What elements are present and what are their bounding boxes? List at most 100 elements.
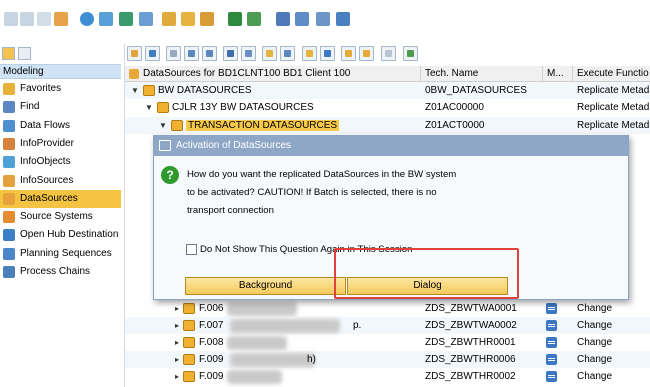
expand-arrow-icon[interactable]: ▼ <box>159 117 167 134</box>
close-icon[interactable] <box>18 47 31 60</box>
assign-icon-glyph <box>407 50 414 57</box>
nav-item-label: Find <box>20 101 40 113</box>
tree-row[interactable]: ▸ F.009 h) ZDS_ZBWTHR0006 Change <box>125 351 650 368</box>
find-icon <box>3 101 15 114</box>
tree-row[interactable]: ▸ F.008 ZDS_ZBWTHR0001 Change <box>125 334 650 351</box>
back-icon[interactable] <box>4 12 18 26</box>
document-mark-icon[interactable] <box>546 303 557 314</box>
sort-down-icon[interactable] <box>184 46 199 61</box>
nav-item-infosources[interactable]: InfoSources <box>0 172 121 190</box>
tree-row[interactable]: ▸ F.009 ZDS_ZBWTHR0002 Change <box>125 368 650 385</box>
package-icon[interactable] <box>336 12 350 26</box>
expand-icon[interactable] <box>341 46 356 61</box>
gear-icon[interactable] <box>181 12 195 26</box>
document-mark-icon[interactable] <box>546 354 557 365</box>
redacted-text <box>227 336 287 350</box>
filter-icon[interactable] <box>166 46 181 61</box>
column-header-m[interactable]: M... <box>543 66 573 82</box>
datasource-icon <box>183 337 195 348</box>
nav-item-data-flows[interactable]: Data Flows <box>0 117 121 135</box>
expand-arrow-icon[interactable]: ▸ <box>173 368 181 385</box>
expand-arrow-icon[interactable]: ▼ <box>131 82 139 99</box>
nav-item-infoprovider[interactable]: InfoProvider <box>0 135 121 153</box>
cube-icon[interactable] <box>119 12 133 26</box>
background-button[interactable]: Background <box>185 277 346 295</box>
globe-icon[interactable] <box>80 12 94 26</box>
column-header-name[interactable]: DataSources for BD1CLNT100 BD1 Client 10… <box>125 66 421 82</box>
tree-row[interactable]: ▸ F.007 p. ZDS_ZBWTWA0002 Change <box>125 317 650 334</box>
database-icon[interactable] <box>139 12 153 26</box>
folder-icon[interactable] <box>302 46 317 61</box>
tree-row[interactable]: ▼ TRANSACTION DATASOURCES Z01ACT0000 Replic… <box>125 116 650 134</box>
document-mark-icon[interactable] <box>546 337 557 348</box>
nav-item-label: Data Flows <box>20 119 71 131</box>
activation-dialog: Activation of DataSources ? How do you w… <box>153 135 629 300</box>
nav-item-datasources[interactable]: DataSources <box>0 189 121 208</box>
dialog-title-bar: Activation of DataSources <box>154 136 628 156</box>
data-flows-icon <box>3 119 15 132</box>
column-name-label: DataSources for BD1CLNT100 BD1 Client 10… <box>143 68 351 79</box>
tree-row[interactable]: ▸ F.006 ZDS_ZBWTWA0001 Change <box>125 300 650 317</box>
nav-item-favorites[interactable]: Favorites <box>0 80 121 98</box>
nav-item-infoobjects[interactable]: InfoObjects <box>0 153 121 171</box>
layout-icon[interactable] <box>280 46 295 61</box>
hierarchy-icon[interactable] <box>54 12 68 26</box>
row-name-suffix: p. <box>353 320 362 331</box>
sort-up-icon[interactable] <box>202 46 217 61</box>
sort-up-icon-glyph <box>206 50 213 57</box>
row-exec: Replicate Metad <box>577 102 650 114</box>
redacted-text <box>227 370 282 384</box>
refresh-icon[interactable] <box>145 46 160 61</box>
transport-icon[interactable] <box>316 12 330 26</box>
row-name-suffix: h) <box>307 354 316 365</box>
dialog-body: ? How do you want the replicated DataSou… <box>154 156 628 299</box>
tree-row[interactable]: ▼ CJLR 13Y BW DATASOURCES Z01AC00000 Replic… <box>125 99 650 116</box>
dont-show-again-checkbox[interactable] <box>186 244 197 255</box>
expand-arrow-icon[interactable]: ▸ <box>173 351 181 368</box>
datasources-icon <box>3 192 15 205</box>
dialog-button[interactable]: Dialog <box>347 277 508 295</box>
column-header-tech[interactable]: Tech. Name <box>421 66 543 82</box>
delete-icon[interactable] <box>381 46 396 61</box>
info-icon[interactable] <box>320 46 335 61</box>
expand-arrow-icon[interactable]: ▸ <box>173 317 181 334</box>
binoculars-icon[interactable] <box>223 46 238 61</box>
collapse-icon[interactable] <box>2 47 15 60</box>
column-header-exec[interactable]: Execute Functio <box>573 66 650 82</box>
grid-icon[interactable] <box>37 12 51 26</box>
favorite-add-icon[interactable] <box>262 46 277 61</box>
row-name: BW DATASOURCES <box>158 82 422 99</box>
nav-item-planning-sequences[interactable]: Planning Sequences <box>0 245 121 263</box>
nav-item-open-hub-destination[interactable]: Open Hub Destination <box>0 226 121 244</box>
nav-item-label: Process Chains <box>20 266 91 277</box>
find-next-icon[interactable] <box>241 46 256 61</box>
relation-icon[interactable] <box>295 12 309 26</box>
redacted-text <box>227 302 297 316</box>
nav-item-source-systems[interactable]: Source Systems <box>0 208 121 226</box>
wand-icon[interactable] <box>200 12 214 26</box>
redacted-text <box>230 319 340 333</box>
assign-icon[interactable] <box>403 46 418 61</box>
find-next-icon-glyph <box>245 50 252 57</box>
flow-icon[interactable] <box>247 12 261 26</box>
expand-arrow-icon[interactable]: ▸ <box>173 300 181 317</box>
expand-arrow-icon[interactable]: ▸ <box>173 334 181 351</box>
edit-icon[interactable] <box>162 12 176 26</box>
forward-icon[interactable] <box>20 12 34 26</box>
sap-window: Modeling Favorites Find Data Flows InfoProv… <box>0 0 650 387</box>
settings-icon[interactable] <box>99 12 113 26</box>
expand-arrow-icon[interactable]: ▼ <box>145 99 153 116</box>
document-mark-icon[interactable] <box>546 371 557 382</box>
collapse-icon[interactable] <box>359 46 374 61</box>
tree-icon[interactable] <box>228 12 242 26</box>
nav-item-find[interactable]: Find <box>0 98 121 116</box>
row-exec: Change <box>577 303 613 314</box>
binoculars-icon-glyph <box>227 50 234 57</box>
stop-icon[interactable] <box>127 46 142 61</box>
link-icon[interactable] <box>276 12 290 26</box>
document-mark-icon[interactable] <box>546 320 557 331</box>
tree-row[interactable]: ▼ BW DATASOURCES 0BW_DATASOURCES Replicate … <box>125 82 650 99</box>
row-tech: Z01AC00000 <box>425 102 484 114</box>
nav-item-process-chains[interactable]: Process Chains <box>0 263 121 281</box>
infoobjects-icon <box>3 156 15 169</box>
